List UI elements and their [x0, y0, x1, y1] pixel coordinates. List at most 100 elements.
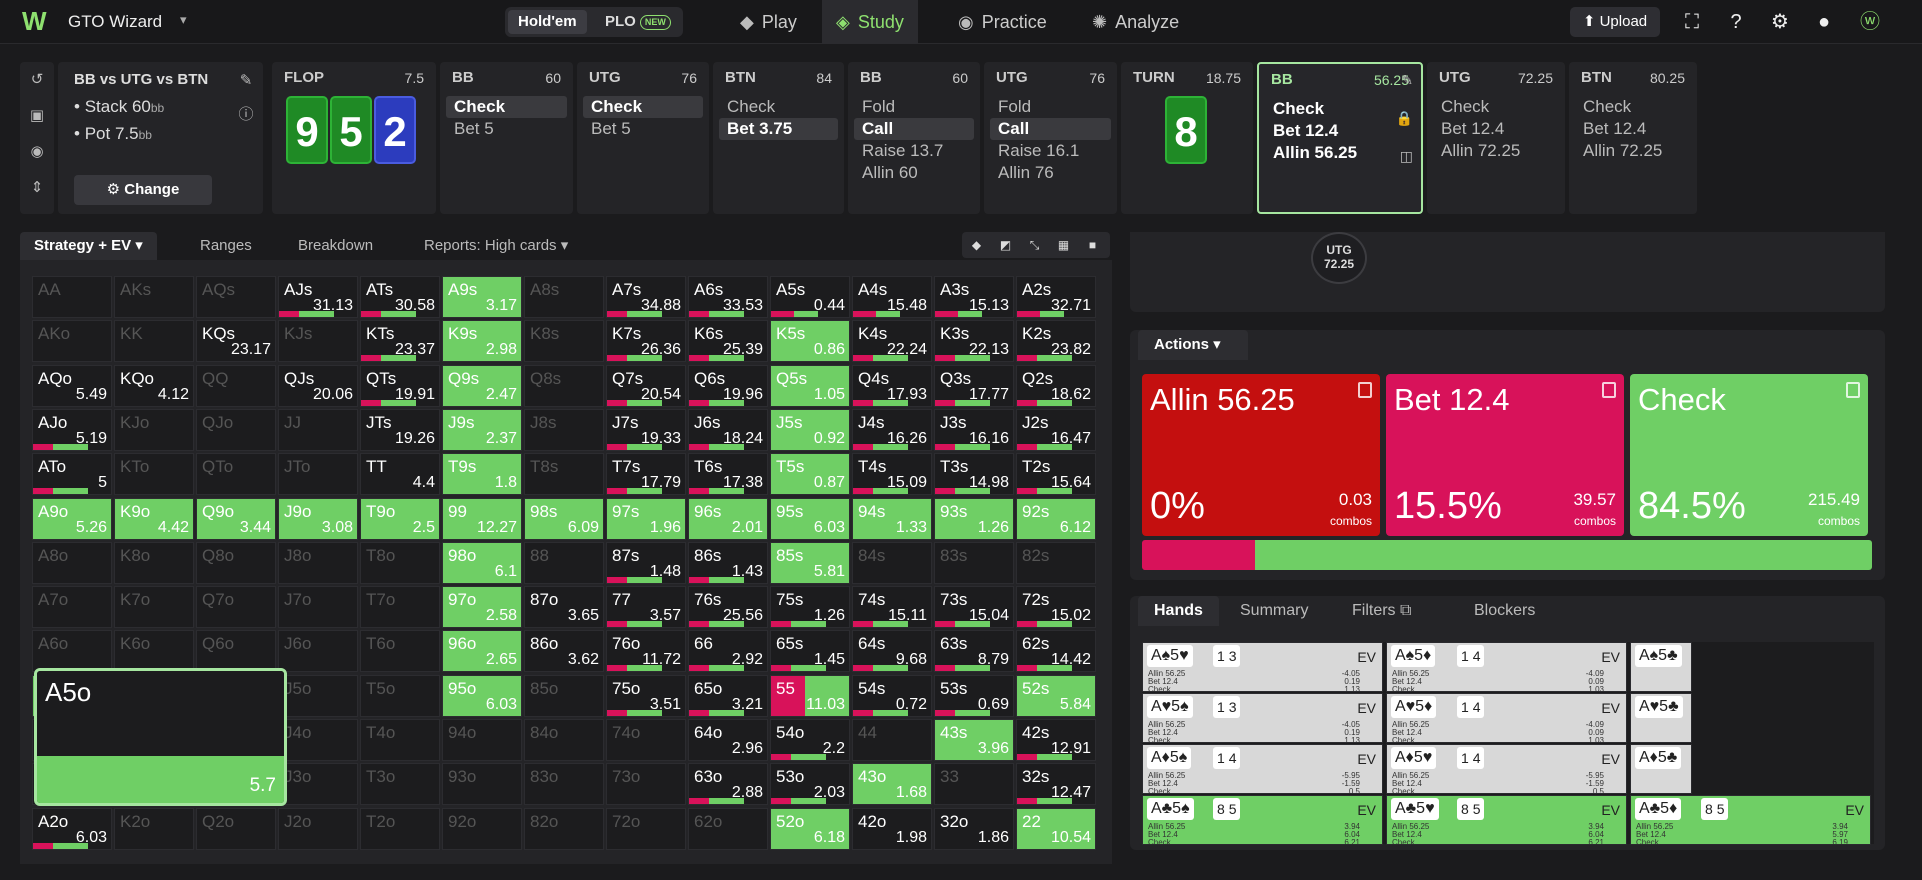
- hand-cell[interactable]: T4o: [360, 719, 440, 761]
- hand-cell[interactable]: K2o: [114, 807, 194, 850]
- hand-cell[interactable]: KTo: [114, 453, 194, 496]
- hand-cell[interactable]: AKo: [32, 320, 112, 363]
- hand-cell[interactable]: A4s 15.48: [852, 276, 932, 318]
- document-icon[interactable]: [1846, 382, 1860, 398]
- hand-cell[interactable]: J7s 19.33: [606, 408, 686, 451]
- hand-cell[interactable]: AQo 5.49: [32, 364, 112, 407]
- hand-cell[interactable]: A2s 32.71: [1016, 276, 1096, 318]
- hand-cell[interactable]: AQs: [196, 276, 276, 318]
- hand-cell[interactable]: K8s: [524, 320, 604, 363]
- hand-cell[interactable]: 65o 3.21: [688, 674, 768, 717]
- hand-cell[interactable]: 83s: [934, 541, 1014, 584]
- hand-cell[interactable]: KJs: [278, 320, 358, 363]
- hand-cell[interactable]: T8o: [360, 541, 440, 584]
- hand-cell[interactable]: 94o: [442, 719, 522, 761]
- hand-cell[interactable]: K6s 25.39: [688, 320, 768, 363]
- hand-combo[interactable]: A♦5♣: [1630, 744, 1692, 794]
- hand-cell[interactable]: 43s 3.96: [934, 719, 1014, 761]
- hand-cell[interactable]: J7o: [278, 586, 358, 629]
- nav-play[interactable]: ◆ Play: [728, 0, 809, 44]
- hand-cell[interactable]: 64o 2.96: [688, 719, 768, 761]
- hand-cell[interactable]: JTs 19.26: [360, 408, 440, 451]
- street-action[interactable]: Bet 5: [446, 118, 567, 140]
- hand-cell[interactable]: 62o: [688, 807, 768, 850]
- hand-cell[interactable]: 53s 0.69: [934, 674, 1014, 717]
- hand-cell[interactable]: KQo 4.12: [114, 364, 194, 407]
- hand-cell[interactable]: 76s 25.56: [688, 586, 768, 629]
- hand-cell[interactable]: 53o 2.03: [770, 763, 850, 806]
- hand-cell[interactable]: A7s 34.88: [606, 276, 686, 318]
- hand-cell[interactable]: Q4s 17.93: [852, 364, 932, 407]
- hand-cell[interactable]: QQ: [196, 364, 276, 407]
- hand-cell[interactable]: 92s 6.12: [1016, 497, 1096, 540]
- hand-cell[interactable]: 97s 1.96: [606, 497, 686, 540]
- hand-cell[interactable]: 52s 5.84: [1016, 674, 1096, 717]
- hand-cell[interactable]: J6s 18.24: [688, 408, 768, 451]
- hand-cell[interactable]: Q2s 18.62: [1016, 364, 1096, 407]
- document-icon[interactable]: [1358, 382, 1372, 398]
- tab-reports[interactable]: Reports: High cards ▾: [424, 232, 568, 260]
- hand-cell[interactable]: QTs 19.91: [360, 364, 440, 407]
- hand-combo[interactable]: A♣5♥ 8 5 EV Allin 56.25 3.94 Bet 12.4 6.04 Chec…: [1386, 795, 1627, 845]
- tab-hands[interactable]: Hands: [1138, 596, 1219, 626]
- hand-cell[interactable]: J4s 16.26: [852, 408, 932, 451]
- street-action[interactable]: Bet 5: [583, 118, 703, 140]
- hand-cell[interactable]: AA: [32, 276, 112, 318]
- hand-cell[interactable]: ATo 5: [32, 453, 112, 496]
- hand-cell[interactable]: K5s 0.86: [770, 320, 850, 363]
- hand-cell[interactable]: A9s 3.17: [442, 276, 522, 318]
- street-action[interactable]: Check: [446, 96, 567, 118]
- hand-cell[interactable]: 73o: [606, 763, 686, 806]
- hand-cell[interactable]: A8s: [524, 276, 604, 318]
- hand-cell[interactable]: J9o 3.08: [278, 497, 358, 540]
- hand-cell[interactable]: T9s 1.8: [442, 453, 522, 496]
- hand-cell[interactable]: J5s 0.92: [770, 408, 850, 451]
- pencil-icon[interactable]: ✎: [1401, 72, 1413, 89]
- chevron-down-icon[interactable]: ▾: [180, 12, 187, 28]
- hand-combo[interactable]: A♥5♦ 1 4 EV Allin 56.25 -4.09 Bet 12.4 0.09 Che…: [1386, 693, 1627, 743]
- hand-cell[interactable]: 42o 1.98: [852, 807, 932, 850]
- hand-cell[interactable]: QJs 20.06: [278, 364, 358, 407]
- hand-cell[interactable]: AJo 5.19: [32, 408, 112, 451]
- hand-cell[interactable]: KQs 23.17: [196, 320, 276, 363]
- contrast-icon[interactable]: ◩: [991, 232, 1020, 258]
- hand-cell[interactable]: K9o 4.42: [114, 497, 194, 540]
- hand-cell[interactable]: 32o 1.86: [934, 807, 1014, 850]
- hand-cell[interactable]: 66 2.92: [688, 630, 768, 673]
- street-utg[interactable]: UTG 76 Fold Call Raise 16.1 Allin 76: [984, 62, 1117, 214]
- practice-icon[interactable]: ◉: [20, 134, 54, 170]
- hand-cell[interactable]: J3o: [278, 763, 358, 806]
- hand-cell[interactable]: 63s 8.79: [934, 630, 1014, 673]
- hand-cell[interactable]: KK: [114, 320, 194, 363]
- hand-cell[interactable]: J9s 2.37: [442, 408, 522, 451]
- hand-cell[interactable]: 95o 6.03: [442, 674, 522, 717]
- square-icon[interactable]: ■: [1078, 232, 1107, 258]
- hand-cell[interactable]: 54s 0.72: [852, 674, 932, 717]
- hand-combo[interactable]: A♠5♦ 1 4 EV Allin 56.25 -4.09 Bet 12.4 0.09 Che…: [1386, 642, 1627, 692]
- hand-cell[interactable]: T2s 15.64: [1016, 453, 1096, 496]
- action-check[interactable]: Check 84.5% 215.49 combos: [1630, 374, 1868, 536]
- hand-cell[interactable]: K9s 2.98: [442, 320, 522, 363]
- hand-cell[interactable]: Q7o: [196, 586, 276, 629]
- hand-cell[interactable]: 83o: [524, 763, 604, 806]
- hand-cell[interactable]: 77 3.57: [606, 586, 686, 629]
- street-utg[interactable]: UTG 76 Check Bet 5: [577, 62, 709, 214]
- hand-cell[interactable]: 55 11.03: [770, 674, 850, 717]
- upload-button[interactable]: ⬆ Upload: [1570, 7, 1660, 37]
- tab-summary[interactable]: Summary: [1240, 596, 1308, 626]
- hand-cell[interactable]: TT 4.4: [360, 453, 440, 496]
- hand-cell[interactable]: Q3s 17.77: [934, 364, 1014, 407]
- nav-analyze[interactable]: ✺ Analyze: [1080, 0, 1191, 44]
- hand-cell[interactable]: 98s 6.09: [524, 497, 604, 540]
- grid-icon[interactable]: ▦: [1049, 232, 1078, 258]
- hand-cell[interactable]: JTo: [278, 453, 358, 496]
- hand-cell[interactable]: 96s 2.01: [688, 497, 768, 540]
- hand-cell[interactable]: 97o 2.58: [442, 586, 522, 629]
- hand-cell[interactable]: 22 10.54: [1016, 807, 1096, 850]
- hand-cell[interactable]: 33: [934, 763, 1014, 806]
- document-icon[interactable]: [1602, 382, 1616, 398]
- hand-cell[interactable]: J6o: [278, 630, 358, 673]
- hand-combo[interactable]: A♥5♣: [1630, 693, 1692, 743]
- hand-cell[interactable]: T4s 15.09: [852, 453, 932, 496]
- collapse-icon[interactable]: ⇕: [20, 170, 54, 206]
